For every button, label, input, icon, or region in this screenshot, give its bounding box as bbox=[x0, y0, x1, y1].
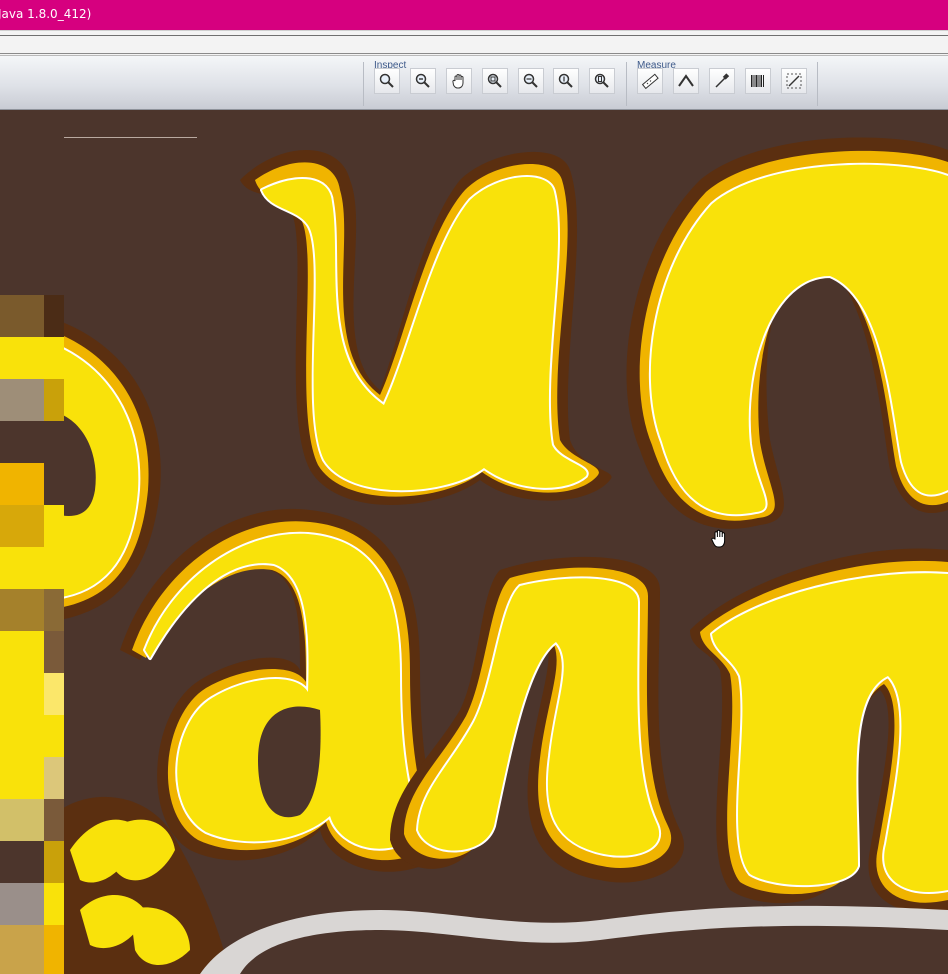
zoom-out-icon bbox=[415, 73, 430, 88]
angle-button[interactable] bbox=[673, 68, 699, 94]
zoom-width-icon bbox=[523, 73, 538, 88]
ruler-button[interactable] bbox=[637, 68, 663, 94]
barcode-button[interactable] bbox=[745, 68, 771, 94]
angle-icon bbox=[678, 74, 694, 87]
grid-measure-button[interactable] bbox=[781, 68, 807, 94]
pan-hand-icon bbox=[452, 74, 464, 89]
zoom-actual-icon bbox=[487, 73, 502, 88]
hand-cursor-icon bbox=[711, 529, 726, 548]
letter-i-upper bbox=[240, 150, 612, 505]
letter-p-lower bbox=[690, 548, 948, 913]
color-picker-button[interactable] bbox=[709, 68, 735, 94]
zoom-page-icon bbox=[594, 73, 609, 88]
artwork bbox=[0, 137, 948, 974]
zoom-out-button[interactable] bbox=[410, 68, 436, 94]
menu-strip bbox=[0, 30, 948, 56]
barcode-icon bbox=[751, 75, 764, 87]
pan-button[interactable] bbox=[446, 68, 472, 94]
magnifier-button[interactable] bbox=[374, 68, 400, 94]
zoom-height-icon bbox=[558, 73, 573, 88]
document-canvas[interactable] bbox=[0, 110, 948, 974]
color-picker-icon bbox=[715, 73, 730, 88]
window-titlebar: Java 1.8.0_412) bbox=[0, 0, 948, 30]
window-title: Java 1.8.0_412) bbox=[0, 7, 92, 21]
grid-measure-icon bbox=[786, 73, 802, 89]
pixelated-preview-strip bbox=[0, 295, 64, 974]
magnifier-icon bbox=[379, 73, 394, 88]
zoom-height-button[interactable] bbox=[553, 68, 579, 94]
toolbar-separator bbox=[817, 62, 818, 106]
letter-l-lower bbox=[390, 556, 684, 883]
zoom-actual-button[interactable] bbox=[482, 68, 508, 94]
letter-m-upper bbox=[626, 137, 948, 529]
zoom-page-button[interactable] bbox=[589, 68, 615, 94]
menu-divider-top bbox=[0, 35, 948, 36]
menu-divider-bottom bbox=[0, 53, 948, 54]
toolbar: Inspect Measure bbox=[0, 56, 948, 110]
ruler-icon bbox=[641, 73, 659, 90]
zoom-width-button[interactable] bbox=[518, 68, 544, 94]
